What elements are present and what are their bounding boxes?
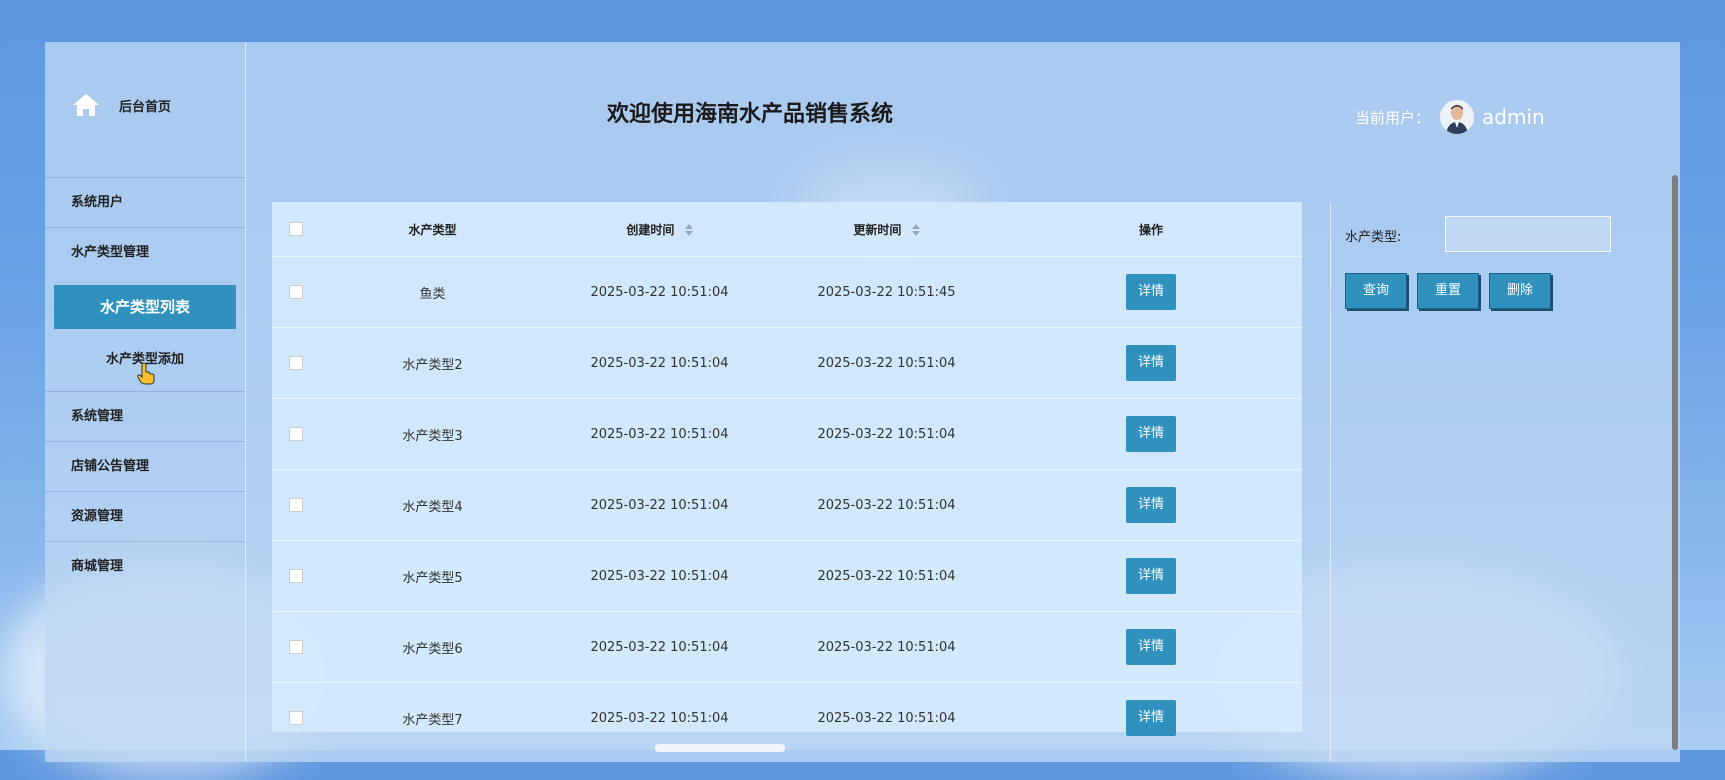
cell-actions: 详情 [1000, 469, 1302, 541]
reset-button[interactable]: 重置 [1417, 273, 1479, 309]
sidebar: 后台首页 系统用户 水产类型管理 水产类型列表 水产类型添加 系统管理 店铺公告… [45, 42, 246, 762]
row-checkbox[interactable] [288, 711, 303, 725]
table-row: 水产类型6 2025-03-22 10:51:04 2025-03-22 10:51… [272, 611, 1302, 683]
cell-updated: 2025-03-22 10:51:04 [773, 682, 1000, 753]
cell-actions: 详情 [1000, 327, 1302, 399]
detail-button[interactable]: 详情 [1126, 487, 1176, 523]
table-row: 水产类型4 2025-03-22 10:51:04 2025-03-22 10:51… [272, 469, 1302, 541]
sidebar-item-store-notice-management[interactable]: 店铺公告管理 [45, 441, 245, 491]
cell-actions: 详情 [1000, 540, 1302, 612]
table-row: 水产类型2 2025-03-22 10:51:04 2025-03-22 10:51… [272, 327, 1302, 399]
cell-updated: 2025-03-22 10:51:04 [773, 611, 1000, 683]
row-checkbox[interactable] [288, 427, 303, 441]
cell-created: 2025-03-22 10:51:04 [546, 327, 773, 399]
table-row: 水产类型3 2025-03-22 10:51:04 2025-03-22 10:51… [272, 398, 1302, 470]
column-header-created[interactable]: 创建时间 [546, 202, 773, 257]
row-checkbox[interactable] [288, 569, 303, 583]
column-header-type: 水产类型 [408, 222, 457, 237]
detail-button[interactable]: 详情 [1126, 629, 1176, 665]
table-row: 鱼类 2025-03-22 10:51:04 2025-03-22 10:51:45… [272, 256, 1302, 328]
user-avatar[interactable] [1440, 100, 1475, 134]
query-button[interactable]: 查询 [1345, 273, 1407, 309]
sidebar-subitem-aquatic-type-add[interactable]: 水产类型添加 [45, 329, 245, 391]
cell-updated: 2025-03-22 10:51:04 [773, 540, 1000, 612]
column-header-actions: 操作 [1138, 222, 1163, 237]
current-user-name: admin [1482, 105, 1545, 129]
cell-created: 2025-03-22 10:51:04 [546, 540, 773, 612]
search-type-label: 水产类型: [1345, 230, 1402, 245]
page-scrollbar[interactable] [1672, 175, 1678, 750]
column-header-updated[interactable]: 更新时间 [773, 202, 1000, 257]
cell-updated: 2025-03-22 10:51:04 [773, 469, 1000, 541]
home-link[interactable]: 后台首页 [71, 92, 171, 118]
cell-type: 水产类型2 [319, 327, 546, 399]
cell-updated: 2025-03-22 10:51:04 [773, 398, 1000, 470]
sidebar-menu: 系统用户 水产类型管理 水产类型列表 水产类型添加 系统管理 店铺公告管理 资源… [45, 177, 245, 591]
home-label: 后台首页 [119, 99, 172, 115]
cell-type: 水产类型6 [319, 611, 546, 683]
delete-button[interactable]: 删除 [1489, 273, 1551, 309]
detail-button[interactable]: 详情 [1126, 345, 1176, 381]
sidebar-item-system-users[interactable]: 系统用户 [45, 177, 245, 227]
table-row: 水产类型7 2025-03-22 10:51:04 2025-03-22 10:51… [272, 682, 1302, 753]
cell-actions: 详情 [1000, 682, 1302, 753]
search-type-input[interactable] [1445, 216, 1611, 252]
table-header-row: 水产类型 创建时间 更新时间 操作 [272, 202, 1302, 257]
sort-icon[interactable] [911, 224, 920, 236]
cell-type: 水产类型4 [319, 469, 546, 541]
cell-type: 水产类型5 [319, 540, 546, 612]
sidebar-item-resource-management[interactable]: 资源管理 [45, 491, 245, 541]
table-row: 水产类型5 2025-03-22 10:51:04 2025-03-22 10:51… [272, 540, 1302, 612]
page-title: 欢迎使用海南水产品销售系统 [606, 102, 893, 127]
detail-button[interactable]: 详情 [1126, 558, 1176, 594]
cell-actions: 详情 [1000, 256, 1302, 328]
cell-created: 2025-03-22 10:51:04 [546, 398, 773, 470]
cell-created: 2025-03-22 10:51:04 [546, 469, 773, 541]
cell-updated: 2025-03-22 10:51:04 [773, 327, 1000, 399]
row-checkbox[interactable] [288, 285, 303, 299]
sidebar-item-aquatic-type-management[interactable]: 水产类型管理 [45, 227, 245, 277]
cell-actions: 详情 [1000, 398, 1302, 470]
avatar-icon [1440, 100, 1475, 134]
cell-created: 2025-03-22 10:51:04 [546, 682, 773, 753]
pagination[interactable] [655, 744, 785, 752]
sidebar-submenu: 水产类型列表 水产类型添加 [45, 285, 245, 391]
cell-created: 2025-03-22 10:51:04 [546, 611, 773, 683]
sidebar-item-mall-management[interactable]: 商城管理 [45, 541, 245, 591]
detail-button[interactable]: 详情 [1126, 416, 1176, 452]
cell-type: 水产类型3 [319, 398, 546, 470]
hand-pointer-icon [137, 363, 155, 385]
sidebar-item-system-management[interactable]: 系统管理 [45, 391, 245, 441]
current-user: 当前用户： admin [1355, 100, 1545, 134]
current-user-label: 当前用户： [1355, 108, 1431, 127]
detail-button[interactable]: 详情 [1126, 274, 1176, 310]
sidebar-subitem-aquatic-type-list[interactable]: 水产类型列表 [54, 285, 236, 329]
detail-button[interactable]: 详情 [1126, 700, 1176, 736]
cell-type: 鱼类 [319, 256, 546, 328]
main-panel: 后台首页 系统用户 水产类型管理 水产类型列表 水产类型添加 系统管理 店铺公告… [45, 42, 1680, 762]
aquatic-type-table: 水产类型 创建时间 更新时间 操作 鱼类 2025-03-22 10:51:04 2… [272, 202, 1302, 753]
row-checkbox[interactable] [288, 498, 303, 512]
vertical-divider [1330, 202, 1331, 762]
column-header-created-label: 创建时间 [626, 222, 675, 237]
cell-updated: 2025-03-22 10:51:45 [773, 256, 1000, 328]
cell-type: 水产类型7 [319, 682, 546, 753]
sort-icon[interactable] [684, 224, 693, 236]
column-header-updated-label: 更新时间 [853, 222, 902, 237]
row-checkbox[interactable] [288, 356, 303, 370]
select-all-checkbox[interactable] [288, 222, 303, 237]
home-icon [73, 94, 99, 116]
cell-actions: 详情 [1000, 611, 1302, 683]
row-checkbox[interactable] [288, 640, 303, 654]
cell-created: 2025-03-22 10:51:04 [546, 256, 773, 328]
